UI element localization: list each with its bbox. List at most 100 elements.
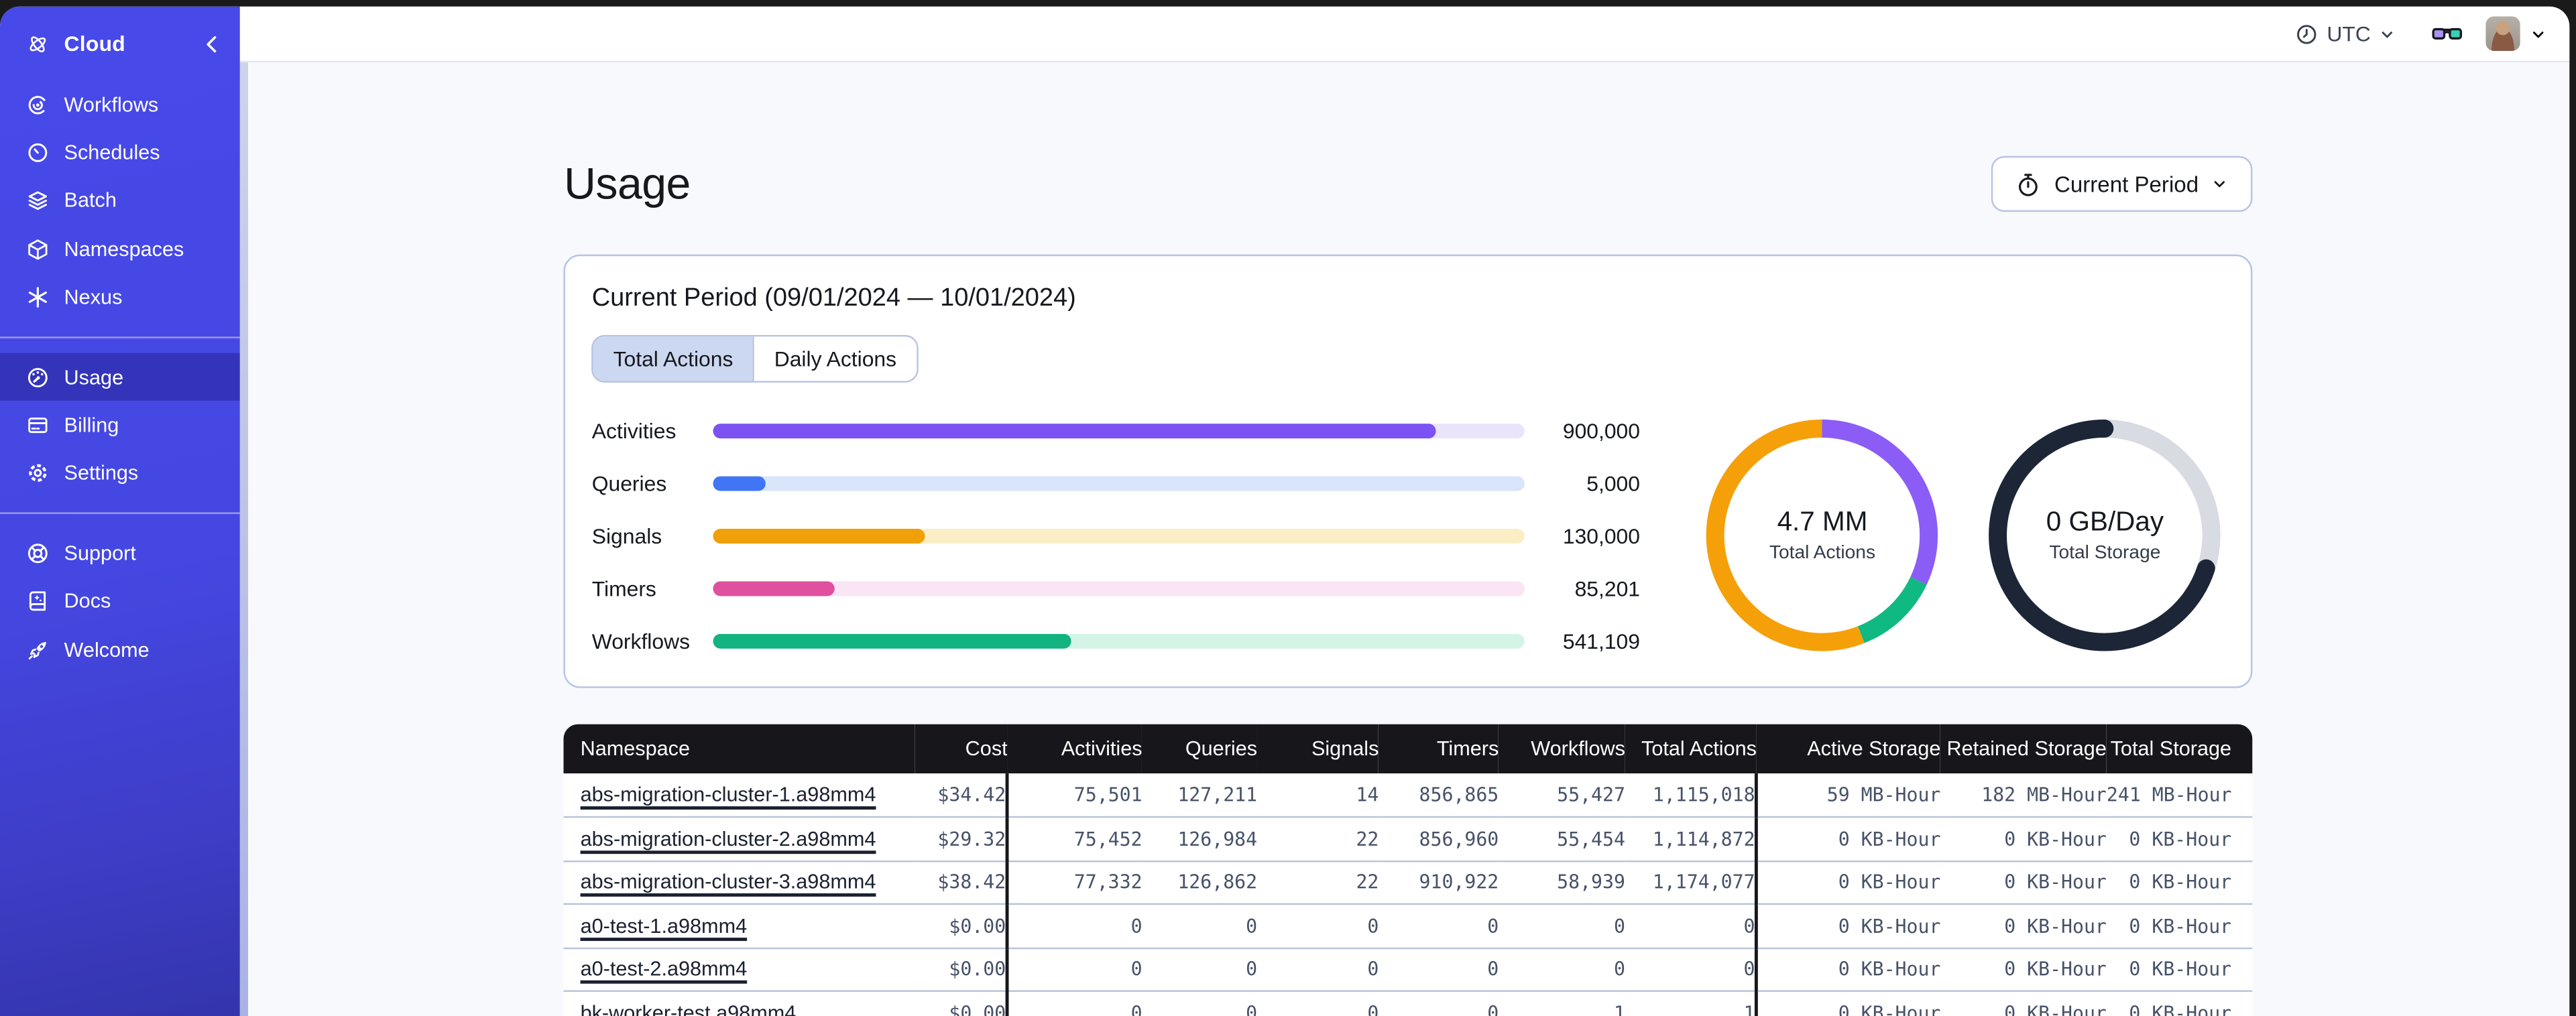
cell-signals: 0 [1257,903,1379,948]
billing-icon [26,414,49,437]
sidebar-item-label: Usage [64,365,124,389]
cell-workflows: 58,939 [1499,859,1625,904]
namespace-link[interactable]: abs-migration-cluster-2.a98mm4 [581,827,876,850]
chevron-down-icon [2379,25,2396,42]
scrollbar[interactable] [239,62,247,1016]
sidebar-item-schedules[interactable]: Schedules [0,129,240,177]
table-row: abs-migration-cluster-3.a98mm4 $38.42 77,3… [564,859,2253,904]
cell-timers: 0 [1379,990,1499,1016]
cell-total_actions: 1,114,872 [1625,816,1757,861]
sidebar-item-nexus[interactable]: Nexus [0,273,240,322]
app-title: Cloud [64,31,126,56]
cell-timers: 0 [1379,903,1499,948]
table-row: bk-worker-test.a98mm4 $0.00 0 0 0 0 1 1 0 KB-Hou… [564,990,2253,1016]
cell-total_storage: 0 KB-Hour [2106,859,2253,904]
cell-signals: 0 [1257,990,1379,1016]
column-header-cost: Cost [915,724,1008,774]
bar-row: Signals 130,000 [592,523,1640,548]
donut: 0 GB/Day Total Storage [1985,416,2225,655]
namespace-link[interactable]: a0-test-1.a98mm4 [581,914,748,937]
donut-value: 0 GB/Day [2046,507,2164,537]
cell-workflows: 0 [1499,903,1625,948]
cell-active_storage: 0 KB-Hour [1755,859,1941,904]
namespace-link[interactable]: bk-worker-test.a98mm4 [581,1002,797,1016]
cell-queries: 127,211 [1177,783,1258,807]
sidebar-item-settings[interactable]: Settings [0,450,240,498]
tab-total-actions[interactable]: Total Actions [593,336,753,381]
sidebar-item-label: Support [64,542,136,565]
cell-namespace: bk-worker-test.a98mm4 [564,990,916,1016]
cell-namespace: a0-test-1.a98mm4 [564,903,916,948]
column-header-timers: Timers [1379,724,1499,774]
glasses-icon [2431,23,2463,44]
settings-icon [26,462,49,485]
cell-cost: $0.00 [915,990,1008,1016]
cell-active_storage: 0 KB-Hour [1755,946,1941,991]
feedback-button[interactable] [2431,23,2463,44]
sidebar-item-label: Docs [64,590,111,613]
cell-active_storage: 0 KB-Hour [1755,990,1941,1016]
cell-total_actions: 1 [1625,990,1757,1016]
sidebar-group: Workflows Schedules Batch Namespaces Nexus [0,80,240,322]
namespace-link[interactable]: abs-migration-cluster-3.a98mm4 [581,871,876,893]
schedules-icon [26,141,49,164]
sidebar-item-label: Welcome [64,638,150,661]
bar-fill [713,475,766,491]
usage-icon [26,366,49,389]
namespace-link[interactable]: abs-migration-cluster-1.a98mm4 [581,783,876,806]
usage-bar-chart: Activities 900,000 Queries 5,000 Signals 130,… [592,418,1640,653]
cell-total_storage: 0 KB-Hour [2106,990,2253,1016]
bar-fill [713,527,925,543]
cell-activities: 75,501 [1006,773,1143,818]
cell-cost: $0.00 [915,946,1008,991]
column-header-total_storage: Total Storage [2106,724,2253,774]
donut: 4.7 MM Total Actions [1702,416,1942,655]
cell-signals: 22 [1257,816,1379,861]
workflows-icon [26,93,49,116]
sidebar-item-workflows[interactable]: Workflows [0,80,240,129]
cell-retained_storage: 0 KB-Hour [1940,816,2107,861]
app-window: Cloud Workflows Schedules Batch Namespaces N… [0,6,2570,1016]
bar-track [713,422,1525,438]
bar-row: Workflows 541,109 [592,628,1640,653]
sidebar-group: Usage Billing Settings [0,353,240,498]
sidebar-item-batch[interactable]: Batch [0,177,240,225]
bar-fill [713,580,835,596]
clock-icon [2296,22,2319,45]
bar-label: Queries [591,470,667,495]
sidebar-item-usage[interactable]: Usage [0,353,240,401]
usage-table-body: abs-migration-cluster-1.a98mm4 $34.42 75,5… [564,773,2253,1016]
bar-track [713,527,1525,543]
cell-timers: 856,865 [1419,783,1499,807]
cell-total_storage: 0 KB-Hour [2106,946,2253,991]
bar-value: 5,000 [1586,470,1641,495]
cell-active_storage: 59 MB-Hour [1755,773,1941,818]
namespace-usage-table: Namespace Cost Activities Queries Signals Tim… [564,724,2253,1016]
batch-icon [26,190,49,212]
sidebar-item-welcome[interactable]: Welcome [0,625,240,674]
sidebar-item-label: Workflows [64,92,159,117]
card-title: Current Period (09/01/2024 — 10/01/2024) [591,283,1076,312]
sidebar-item-docs[interactable]: Docs [0,577,240,625]
cell-queries: 126,862 [1142,859,1258,904]
namespace-link[interactable]: a0-test-2.a98mm4 [581,958,748,980]
tab-daily-actions[interactable]: Daily Actions [752,336,917,381]
sidebar-item-label: Namespaces [64,237,184,261]
cell-cost: $38.42 [915,859,1008,904]
timezone-selector[interactable]: UTC [2296,21,2396,46]
donut-label: Total Storage [2049,544,2161,564]
user-menu[interactable] [2485,16,2546,51]
period-selector-label: Current Period [2054,172,2199,196]
bar-value: 541,109 [1562,628,1641,653]
bar-value: 900,000 [1562,418,1641,443]
sidebar-item-support[interactable]: Support [0,529,240,577]
period-selector-button[interactable]: Current Period [1991,155,2253,212]
namespaces-icon [26,238,49,261]
sidebar-collapse-icon[interactable] [200,32,223,55]
cell-workflows: 0 [1499,946,1625,991]
sidebar-divider [0,336,240,338]
cell-workflows: 55,454 [1499,816,1625,861]
sidebar-item-billing[interactable]: Billing [0,401,240,450]
bar-track [713,475,1525,491]
sidebar-item-namespaces[interactable]: Namespaces [0,225,240,273]
